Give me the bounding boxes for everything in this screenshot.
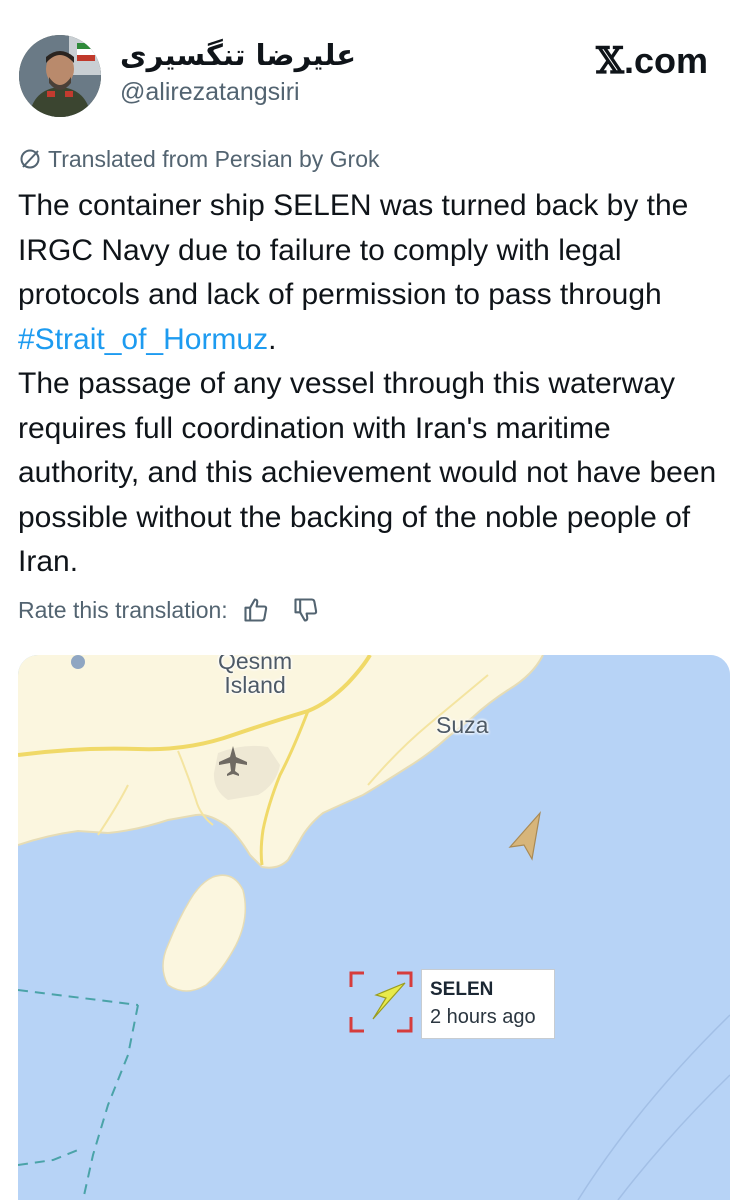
tweet-text-part: . bbox=[268, 322, 277, 356]
island-label: Qesnm Island bbox=[218, 655, 292, 697]
islet-marker bbox=[71, 655, 85, 669]
tweet-text: The container ship SELEN was turned back… bbox=[18, 184, 734, 585]
tweet-header: علیرضا تنگسیری @alirezatangsiri 𝕏.com bbox=[0, 0, 746, 130]
island-label-line2: Island bbox=[224, 672, 286, 698]
handle[interactable]: @alirezatangsiri bbox=[120, 78, 300, 107]
vessel-info-card[interactable]: SELEN 2 hours ago bbox=[421, 969, 555, 1039]
slash-circle-icon bbox=[20, 149, 40, 169]
x-com-logo: 𝕏.com bbox=[596, 40, 708, 82]
avatar-image bbox=[19, 35, 101, 117]
translation-notice-text: Translated from Persian by Grok bbox=[48, 145, 380, 172]
vessel-last-seen: 2 hours ago bbox=[430, 1006, 536, 1028]
map-canvas bbox=[18, 655, 730, 1200]
rate-translation-label: Rate this translation: bbox=[18, 596, 228, 623]
hashtag-link[interactable]: #Strait_of_Hormuz bbox=[18, 323, 268, 356]
translation-notice: Translated from Persian by Grok bbox=[18, 144, 380, 174]
map-image[interactable]: Qesnm Island Suza SELEN 2 hours ago bbox=[18, 655, 730, 1200]
tweet-paragraph-1: The container ship SELEN was turned back… bbox=[18, 184, 734, 362]
thumbs-up-button[interactable] bbox=[242, 596, 270, 624]
tweet-paragraph-2: The passage of any vessel through this w… bbox=[18, 367, 717, 578]
display-name[interactable]: علیرضا تنگسیری bbox=[120, 38, 356, 72]
thumbs-down-icon bbox=[294, 598, 317, 622]
island-label-line1: Qesnm bbox=[218, 655, 293, 674]
thumbs-down-button[interactable] bbox=[292, 596, 320, 624]
tweet-text-part: The container ship SELEN was turned back… bbox=[18, 189, 689, 311]
vessel-name: SELEN bbox=[430, 979, 494, 1000]
brand-suffix: .com bbox=[623, 40, 708, 81]
avatar[interactable] bbox=[19, 35, 101, 117]
thumbs-up-icon bbox=[244, 598, 267, 622]
rate-translation-row: Rate this translation: bbox=[18, 594, 320, 626]
x-logo-icon: 𝕏 bbox=[596, 40, 624, 82]
town-label: Suza bbox=[436, 712, 489, 738]
